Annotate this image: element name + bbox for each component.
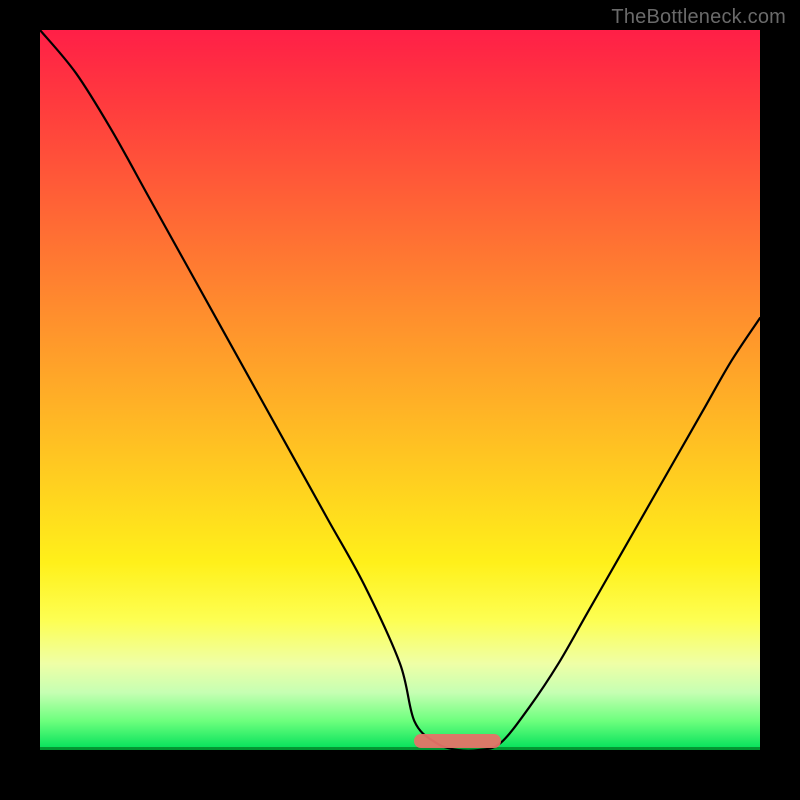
watermark-text: TheBottleneck.com xyxy=(611,6,786,29)
plot-area xyxy=(40,30,760,750)
bottleneck-curve xyxy=(40,30,760,750)
trough-marker xyxy=(414,734,500,748)
curve-svg xyxy=(40,30,760,750)
chart-frame: TheBottleneck.com xyxy=(0,0,800,800)
